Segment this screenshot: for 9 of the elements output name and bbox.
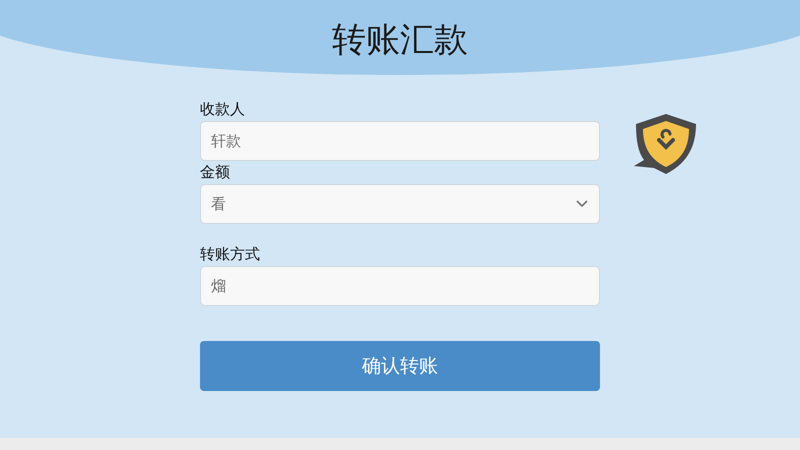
chevron-down-icon bbox=[576, 200, 588, 208]
dropdown-field[interactable]: 看 bbox=[200, 184, 600, 224]
input-field[interactable]: 轩款 bbox=[200, 121, 600, 161]
field-label: 转账方式 bbox=[200, 244, 261, 264]
confirm-button[interactable]: 确认转账 bbox=[200, 341, 600, 391]
field-label: 金额 bbox=[200, 162, 231, 182]
page-title: 转账汇款 bbox=[332, 23, 468, 57]
input-field[interactable]: 熘 bbox=[200, 266, 600, 306]
field-label: 收款人 bbox=[200, 99, 246, 119]
